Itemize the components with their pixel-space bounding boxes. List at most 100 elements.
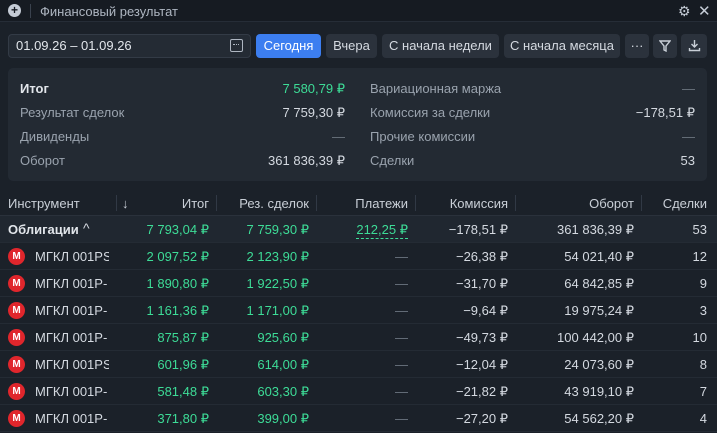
row-deals-result: 614,00 ₽ [257,357,309,372]
since-week-button[interactable]: С начала недели [382,34,499,58]
col-divider[interactable] [316,195,317,211]
today-button[interactable]: Сегодня [256,34,321,58]
group-payments[interactable]: 212,25 ₽ [356,222,408,239]
col-divider[interactable] [116,195,117,211]
col-total[interactable]: Итог [182,196,209,211]
table-row[interactable]: М МГКЛ 001Р- 1 890,80 ₽ 1 922,50 ₽ — −31,70 ₽… [0,270,717,297]
row-trades: 3 [699,303,707,318]
instrument-name[interactable]: МГКЛ 001Р- [35,303,107,318]
more-button[interactable]: ··· [625,34,649,58]
row-total: 875,87 ₽ [157,330,209,345]
row-total: 2 097,52 ₽ [146,249,210,264]
table-row[interactable]: М МГКЛ 001PS 601,96 ₽ 614,00 ₽ — −12,04 ₽ 24 0… [0,351,717,378]
filter-button[interactable] [653,34,677,58]
col-trades[interactable]: Сделки [663,196,707,211]
add-icon[interactable]: + [8,4,21,17]
yesterday-button[interactable]: Вчера [326,34,377,58]
row-turnover: 19 975,24 ₽ [564,303,634,318]
instrument-name[interactable]: МГКЛ 001Р- [35,330,107,345]
calendar-icon[interactable] [230,39,243,52]
table-row[interactable]: М МГКЛ 001Р- 581,48 ₽ 603,30 ₽ — −21,82 ₽ 43 9… [0,378,717,405]
row-payments: — [395,276,408,291]
dividends-value: — [332,129,345,144]
row-deals-result: 925,60 ₽ [257,330,309,345]
row-deals-result: 603,30 ₽ [257,384,309,399]
col-commission[interactable]: Комиссия [450,196,508,211]
row-payments: — [395,384,408,399]
commission-value: −178,51 ₽ [635,105,695,120]
row-deals-result: 1 922,50 ₽ [246,276,310,291]
issuer-logo-icon: М [8,302,25,319]
row-payments: — [395,249,408,264]
trades-value: 53 [680,153,695,168]
row-commission: −21,82 ₽ [455,384,508,399]
col-instrument[interactable]: Инструмент [8,196,80,211]
row-commission: −31,70 ₽ [455,276,508,291]
row-total: 371,80 ₽ [157,411,209,426]
table-row[interactable]: М МГКЛ 001Р- 371,80 ₽ 399,00 ₽ — −27,20 ₽ 54 5… [0,405,717,432]
table-header: Инструмент ↓ Итог Рез. сделок Платежи Ко… [0,190,717,216]
instrument-name[interactable]: МГКЛ 001Р- [35,384,107,399]
issuer-logo-icon: М [8,410,25,427]
table-row[interactable]: М МГКЛ 001PS 2 097,52 ₽ 2 123,90 ₽ — −26,38 ₽… [0,243,717,270]
sort-arrow-icon[interactable]: ↓ [122,196,129,211]
margin-value: — [682,81,695,96]
row-deals-result: 1 171,00 ₽ [246,303,310,318]
row-commission: −27,20 ₽ [455,411,508,426]
instrument-name[interactable]: МГКЛ 001PS [35,249,109,264]
row-payments: — [395,303,408,318]
col-turnover[interactable]: Оборот [589,196,634,211]
instrument-name[interactable]: МГКЛ 001Р- [35,276,107,291]
total-value: 7 580,79 ₽ [282,81,346,96]
col-divider[interactable] [641,195,642,211]
trades-label: Сделки [370,153,415,168]
window-titlebar: + Финансовый результат ⚙ ✕ [0,0,717,22]
row-trades: 4 [699,411,707,426]
row-turnover: 100 442,00 ₽ [557,330,634,345]
settings-gear-icon[interactable]: ⚙ [678,3,691,20]
table-row[interactable]: М МГКЛ 001Р- 875,87 ₽ 925,60 ₽ — −49,73 ₽ 100 … [0,324,717,351]
col-deals-result[interactable]: Рез. сделок [239,196,309,211]
row-payments: — [395,411,408,426]
total-label: Итог [20,81,49,96]
row-trades: 12 [692,249,707,264]
col-divider[interactable] [515,195,516,211]
row-deals-result: 2 123,90 ₽ [246,249,310,264]
since-month-button[interactable]: С начала месяца [504,34,620,58]
deals-result-value: 7 759,30 ₽ [282,105,346,120]
group-trades: 53 [692,222,707,237]
row-deals-result: 399,00 ₽ [257,411,309,426]
row-commission: −12,04 ₽ [455,357,508,372]
col-divider[interactable] [216,195,217,211]
filter-icon [658,40,672,53]
group-total: 7 793,04 ₽ [146,222,210,237]
row-turnover: 24 073,60 ₽ [564,357,634,372]
margin-label: Вариационная маржа [370,81,502,96]
date-range-input[interactable]: 01.09.26 – 01.09.26 [8,34,251,58]
instrument-name[interactable]: МГКЛ 001PS [35,357,109,372]
row-commission: −49,73 ₽ [455,330,508,345]
row-total: 581,48 ₽ [157,384,209,399]
table-row[interactable]: М МГКЛ 001Р- 1 161,36 ₽ 1 171,00 ₽ — −9,64 ₽ 1… [0,297,717,324]
row-total: 601,96 ₽ [157,357,209,372]
group-name: Облигации [8,222,79,237]
date-range-value: 01.09.26 – 01.09.26 [16,38,132,53]
deals-result-label: Результат сделок [20,105,125,120]
titlebar-divider [30,4,31,18]
row-turnover: 43 919,10 ₽ [564,384,634,399]
dividends-label: Дивиденды [20,129,90,144]
group-turnover: 361 836,39 ₽ [557,222,634,237]
row-trades: 7 [699,384,707,399]
window-title: Финансовый результат [40,4,178,19]
commission-label: Комиссия за сделки [370,105,491,120]
export-button[interactable] [681,34,707,58]
row-turnover: 64 842,85 ₽ [564,276,634,291]
col-divider[interactable] [415,195,416,211]
col-payments[interactable]: Платежи [355,196,408,211]
row-payments: — [395,330,408,345]
instrument-name[interactable]: МГКЛ 001Р- [35,411,107,426]
group-row-bonds[interactable]: Облигации ^ 7 793,04 ₽ 7 759,30 ₽ 212,25… [0,216,717,243]
download-icon [688,40,700,52]
close-icon[interactable]: ✕ [698,2,711,20]
chevron-up-icon[interactable]: ^ [83,220,90,236]
